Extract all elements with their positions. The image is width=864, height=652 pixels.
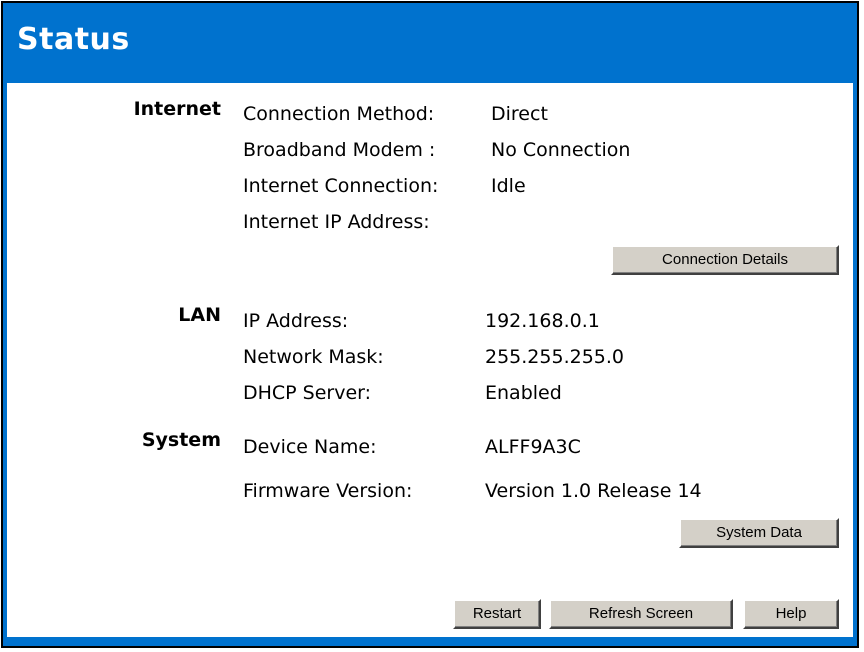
firmware-version-label: Firmware Version: bbox=[243, 480, 413, 502]
connection-details-button[interactable]: Connection Details bbox=[611, 245, 839, 275]
lan-ip-address-value: 192.168.0.1 bbox=[485, 310, 600, 332]
bottom-bar bbox=[3, 637, 857, 646]
device-name-label: Device Name: bbox=[243, 436, 377, 458]
help-button[interactable]: Help bbox=[743, 599, 839, 629]
device-name-value: ALFF9A3C bbox=[485, 436, 581, 458]
network-mask-value: 255.255.255.0 bbox=[485, 346, 625, 368]
connection-method-value: Direct bbox=[491, 103, 548, 125]
dhcp-server-label: DHCP Server: bbox=[243, 382, 372, 404]
connection-method-label: Connection Method: bbox=[243, 103, 435, 125]
dhcp-server-value: Enabled bbox=[485, 382, 562, 404]
restart-button[interactable]: Restart bbox=[453, 599, 541, 629]
internet-ip-address-label: Internet IP Address: bbox=[243, 211, 430, 233]
lan-ip-address-label: IP Address: bbox=[243, 310, 349, 332]
header-bar: Status bbox=[3, 3, 857, 83]
internet-connection-value: Idle bbox=[491, 175, 526, 197]
system-data-button[interactable]: System Data bbox=[679, 518, 839, 548]
broadband-modem-label: Broadband Modem : bbox=[243, 139, 436, 161]
page-title: Status bbox=[17, 22, 130, 57]
network-mask-label: Network Mask: bbox=[243, 346, 384, 368]
status-panel: Status Internet Connection Method: Direc… bbox=[1, 1, 859, 648]
lan-section-title: LAN bbox=[178, 304, 221, 326]
internet-connection-label: Internet Connection: bbox=[243, 175, 439, 197]
system-section-title: System bbox=[141, 429, 221, 451]
refresh-screen-button[interactable]: Refresh Screen bbox=[549, 599, 733, 629]
firmware-version-value: Version 1.0 Release 14 bbox=[485, 480, 702, 502]
broadband-modem-value: No Connection bbox=[491, 139, 631, 161]
internet-section-title: Internet bbox=[133, 98, 221, 120]
